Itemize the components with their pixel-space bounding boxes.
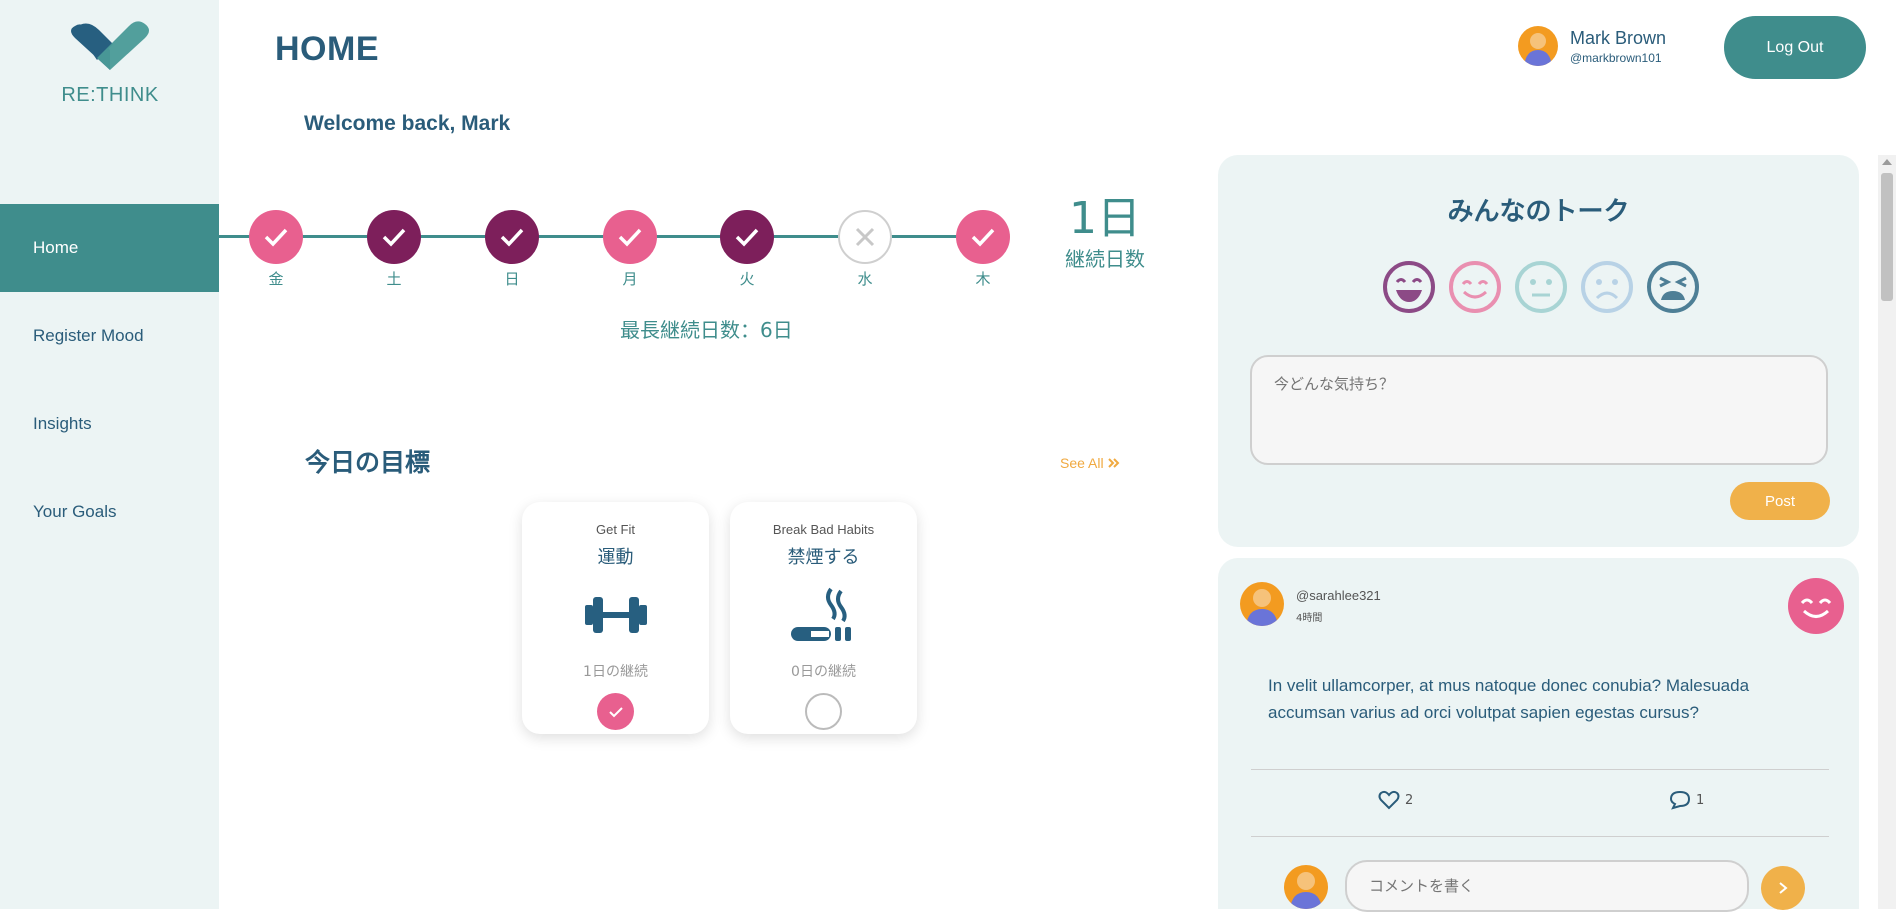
streak-count-value: 1日 bbox=[1069, 193, 1141, 244]
streak-day-label: 日 bbox=[504, 270, 520, 288]
very-sad-face-icon[interactable] bbox=[1646, 260, 1700, 314]
comment-button[interactable]: 1 bbox=[1669, 790, 1704, 810]
streak-count: 1日 継続日数 bbox=[1055, 193, 1155, 272]
goal-streak: 0日の継続 bbox=[791, 664, 856, 680]
talk-panel: みんなのトーク 今どんな気持ち？ Post bbox=[1218, 155, 1859, 547]
goal-checkbox-checked[interactable] bbox=[597, 693, 634, 730]
longest-streak: 最長継続日数：6日 bbox=[620, 318, 793, 342]
sidebar-item-insights[interactable]: Insights bbox=[0, 380, 219, 468]
goal-name: 禁煙する bbox=[787, 547, 860, 568]
avatar bbox=[1284, 865, 1328, 909]
streak-count-label: 継続日数 bbox=[1065, 247, 1145, 272]
comment-icon bbox=[1669, 790, 1691, 810]
scroll-up-arrow-icon[interactable] bbox=[1882, 159, 1892, 165]
streak-day-label: 土 bbox=[386, 270, 402, 288]
like-count: 2 bbox=[1405, 792, 1414, 808]
dumbbell-icon bbox=[581, 587, 651, 643]
streak-day-label: 水 bbox=[857, 270, 873, 288]
post-body: In velit ullamcorper, at mus natoque don… bbox=[1268, 676, 1750, 722]
streak-day: 水 bbox=[838, 210, 892, 289]
scrollbar[interactable] bbox=[1878, 155, 1896, 909]
heart-icon bbox=[1378, 790, 1400, 810]
sidebar-item-register-mood[interactable]: Register Mood bbox=[0, 292, 219, 380]
goal-category: Get Fit bbox=[595, 522, 635, 537]
divider bbox=[1251, 836, 1829, 837]
send-comment-button[interactable] bbox=[1761, 866, 1805, 910]
check-icon bbox=[485, 210, 539, 264]
logout-button[interactable]: Log Out bbox=[1724, 16, 1866, 79]
user-name: Mark Brown bbox=[1570, 27, 1667, 48]
sidebar: RE:THINK Home Register Mood Insights You… bbox=[0, 0, 219, 909]
scroll-thumb[interactable] bbox=[1881, 173, 1893, 301]
streak-day: 火 bbox=[720, 210, 774, 289]
post-card: @sarahlee321 4時間 In velit ullamcorper, a… bbox=[1218, 558, 1859, 912]
welcome-message: Welcome back, Mark bbox=[304, 112, 511, 135]
goal-category: Break Bad Habits bbox=[772, 522, 875, 537]
mood-post-input[interactable] bbox=[1250, 355, 1828, 465]
streak-day: 土 bbox=[367, 210, 421, 289]
check-icon bbox=[720, 210, 774, 264]
heart-logo-icon bbox=[71, 21, 149, 70]
cross-icon bbox=[838, 210, 892, 264]
goal-card-get-fit[interactable]: Get Fit 運動 1日の継続 bbox=[522, 502, 709, 734]
no-smoking-icon bbox=[789, 587, 859, 643]
post-handle[interactable]: @sarahlee321 bbox=[1296, 588, 1381, 603]
like-button[interactable]: 2 bbox=[1378, 790, 1413, 810]
streak-day: 木 bbox=[956, 210, 1010, 289]
user-handle: @markbrown101 bbox=[1570, 50, 1662, 65]
chevron-right-icon bbox=[1779, 882, 1788, 894]
logo-text: RE:THINK bbox=[61, 84, 159, 106]
mood-selector bbox=[1382, 260, 1712, 314]
goal-name: 運動 bbox=[597, 547, 634, 568]
goals-title: 今日の目標 bbox=[305, 448, 431, 477]
goal-card-break-bad-habits[interactable]: Break Bad Habits 禁煙する 0日の継続 bbox=[730, 502, 917, 734]
avatar[interactable] bbox=[1240, 582, 1284, 626]
see-all-label: See All bbox=[1060, 455, 1104, 471]
streak-day: 月 bbox=[603, 210, 657, 289]
post-button[interactable]: Post bbox=[1730, 482, 1830, 520]
sad-face-icon[interactable] bbox=[1580, 260, 1634, 314]
check-icon bbox=[603, 210, 657, 264]
app-logo[interactable]: RE:THINK bbox=[60, 20, 160, 107]
goal-streak: 1日の継続 bbox=[583, 664, 648, 680]
streak-day: 日 bbox=[485, 210, 539, 289]
streak-day-label: 月 bbox=[622, 270, 638, 288]
double-chevron-right-icon bbox=[1107, 455, 1121, 471]
comment-count: 1 bbox=[1696, 792, 1705, 808]
sidebar-nav: Home Register Mood Insights Your Goals bbox=[0, 204, 219, 556]
streak-day-label: 火 bbox=[739, 270, 755, 288]
check-icon bbox=[608, 706, 623, 717]
streak-day-label: 木 bbox=[975, 270, 991, 288]
happy-face-icon[interactable] bbox=[1448, 260, 1502, 314]
check-icon bbox=[956, 210, 1010, 264]
sidebar-item-home[interactable]: Home bbox=[0, 204, 219, 292]
see-all-link[interactable]: See All bbox=[1060, 455, 1121, 471]
page-title: HOME bbox=[275, 30, 379, 68]
comment-input[interactable] bbox=[1345, 860, 1749, 912]
streak-day: 金 bbox=[249, 210, 303, 289]
talk-title: みんなのトーク bbox=[1447, 197, 1630, 227]
sidebar-item-your-goals[interactable]: Your Goals bbox=[0, 468, 219, 556]
avatar bbox=[1518, 26, 1558, 66]
user-profile[interactable]: Mark Brown @markbrown101 bbox=[1518, 26, 1666, 66]
happy-face-icon bbox=[1788, 578, 1844, 634]
streak-day-label: 金 bbox=[268, 270, 284, 288]
divider bbox=[1251, 769, 1829, 770]
goal-checkbox-unchecked[interactable] bbox=[805, 693, 842, 730]
post-time: 4時間 bbox=[1296, 613, 1323, 624]
neutral-face-icon[interactable] bbox=[1514, 260, 1568, 314]
check-icon bbox=[249, 210, 303, 264]
check-icon bbox=[367, 210, 421, 264]
very-happy-face-icon[interactable] bbox=[1382, 260, 1436, 314]
